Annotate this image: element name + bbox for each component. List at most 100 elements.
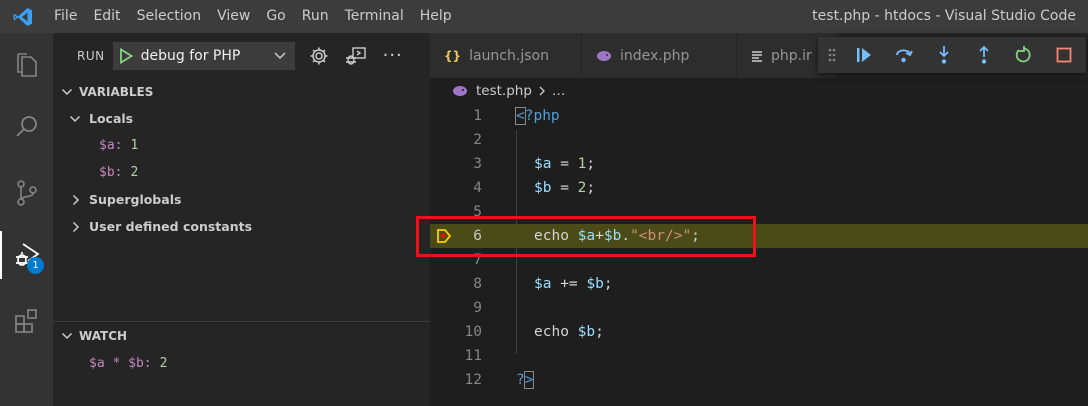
code-text: echo $b; (534, 324, 604, 340)
tab-label: index.php (620, 47, 690, 64)
code-text: $b = 2; (534, 180, 596, 196)
breadcrumb-rest[interactable]: … (552, 83, 566, 99)
title-bar: File Edit Selection View Go Run Terminal… (0, 0, 1088, 33)
code-line[interactable]: 1 <?php (430, 104, 1088, 128)
code-line[interactable]: 10 echo $b; (430, 320, 1088, 344)
menu-go[interactable]: Go (258, 0, 293, 33)
menu-terminal[interactable]: Terminal (337, 0, 412, 33)
chevron-right-icon (539, 86, 545, 96)
restart-icon[interactable] (1004, 37, 1044, 73)
tab-index-php[interactable]: index.php (582, 33, 737, 78)
menu-bar: File Edit Selection View Go Run Terminal… (46, 0, 460, 33)
gear-icon[interactable] (309, 46, 329, 66)
debug-config-name: debug for PHP (140, 47, 241, 64)
line-number: 9 (473, 300, 482, 316)
php-open-tag: ?php (524, 108, 560, 124)
run-header: RUN debug for PHP ··· (53, 33, 430, 78)
variable-name: $a: (99, 138, 123, 153)
breadcrumb-file[interactable]: test.php (476, 83, 532, 99)
constants-scope[interactable]: User defined constants (53, 213, 430, 240)
watch-title: WATCH (79, 329, 128, 343)
menu-edit[interactable]: Edit (85, 0, 128, 33)
php-elephant-icon (453, 86, 467, 96)
variable-value: 1 (130, 138, 139, 153)
variables-section-header[interactable]: VARIABLES (53, 78, 430, 105)
variable-row[interactable]: $b: 2 (53, 159, 430, 186)
stop-icon[interactable] (1044, 37, 1084, 73)
locals-label: Locals (89, 111, 134, 126)
line-number: 1 (473, 108, 482, 124)
code-line[interactable]: 9 (430, 296, 1088, 320)
variable-row[interactable]: $a: 1 (53, 132, 430, 159)
code-text: $a += $b; (534, 276, 613, 292)
run-label: RUN (77, 48, 105, 63)
tab-launch-json[interactable]: {} launch.json (430, 33, 582, 78)
more-actions-icon[interactable]: ··· (383, 45, 403, 66)
debug-config-select[interactable]: debug for PHP (112, 41, 295, 70)
locals-scope[interactable]: Locals (53, 105, 430, 132)
chevron-down-icon (69, 115, 81, 122)
menu-selection[interactable]: Selection (129, 0, 210, 33)
code-line[interactable]: 3 $a = 1; (430, 152, 1088, 176)
extensions-icon[interactable] (0, 297, 53, 345)
explorer-icon[interactable] (0, 41, 53, 89)
drag-handle-icon[interactable] (828, 37, 844, 73)
bracket-match: > (523, 371, 535, 389)
debug-console-icon[interactable] (345, 46, 367, 66)
watch-expression-row[interactable]: $a * $b: 2 (53, 350, 430, 377)
superglobals-label: Superglobals (89, 192, 182, 207)
code-line[interactable]: 2 (430, 128, 1088, 152)
variable-name: $b: (99, 165, 123, 180)
chevron-down-icon (274, 51, 286, 59)
menu-help[interactable]: Help (412, 0, 460, 33)
start-debugging-icon[interactable] (119, 47, 133, 64)
line-number: 3 (473, 156, 482, 172)
step-over-icon[interactable] (884, 37, 924, 73)
chevron-right-icon (72, 221, 80, 232)
line-number: 8 (473, 276, 482, 292)
watch-expression: $a * $b: (89, 356, 152, 371)
chevron-down-icon (61, 88, 73, 95)
menu-run[interactable]: Run (294, 0, 337, 33)
line-number: 2 (473, 132, 482, 148)
file-lines-icon (752, 50, 762, 62)
line-number: 11 (464, 348, 482, 364)
menu-view[interactable]: View (209, 0, 258, 33)
code-line[interactable]: 11 (430, 344, 1088, 368)
code-text: $a = 1; (534, 156, 596, 172)
tab-label: launch.json (469, 47, 549, 64)
code-line[interactable]: 8 $a += $b; (430, 272, 1088, 296)
search-icon[interactable] (0, 103, 53, 151)
source-control-icon[interactable] (0, 169, 53, 217)
vscode-logo-icon (0, 0, 46, 33)
debug-toolbar (818, 37, 1086, 73)
window-title: test.php - htdocs - Visual Studio Code (812, 8, 1076, 24)
code-text: ?> (516, 371, 535, 389)
annotation-highlight-box (416, 216, 756, 257)
bracket-match: < (515, 107, 526, 125)
continue-icon[interactable] (844, 37, 884, 73)
code-line[interactable]: 4 $b = 2; (430, 176, 1088, 200)
variable-value: 2 (130, 165, 139, 180)
variables-title: VARIABLES (79, 84, 154, 99)
constants-label: User defined constants (89, 219, 253, 234)
activity-bar: 1 (0, 33, 53, 406)
line-number: 12 (464, 372, 482, 388)
php-elephant-icon (597, 50, 611, 61)
step-into-icon[interactable] (924, 37, 964, 73)
superglobals-scope[interactable]: Superglobals (53, 186, 430, 213)
php-close-tag: ? (516, 372, 525, 388)
chevron-right-icon (72, 194, 80, 205)
tab-label: php.ir (771, 47, 812, 64)
step-out-icon[interactable] (964, 37, 1004, 73)
json-braces-icon: {} (444, 48, 462, 63)
run-debug-sidebar: RUN debug for PHP ··· VARIABLES Locals $… (53, 33, 430, 406)
watch-value: 2 (159, 356, 168, 371)
code-line[interactable]: 12 ?> (430, 368, 1088, 392)
breadcrumb: test.php … (452, 80, 565, 102)
run-debug-icon[interactable]: 1 (0, 231, 53, 279)
menu-file[interactable]: File (46, 0, 85, 33)
line-number: 10 (464, 324, 482, 340)
watch-section-header[interactable]: WATCH (53, 322, 430, 350)
line-number: 4 (473, 180, 482, 196)
